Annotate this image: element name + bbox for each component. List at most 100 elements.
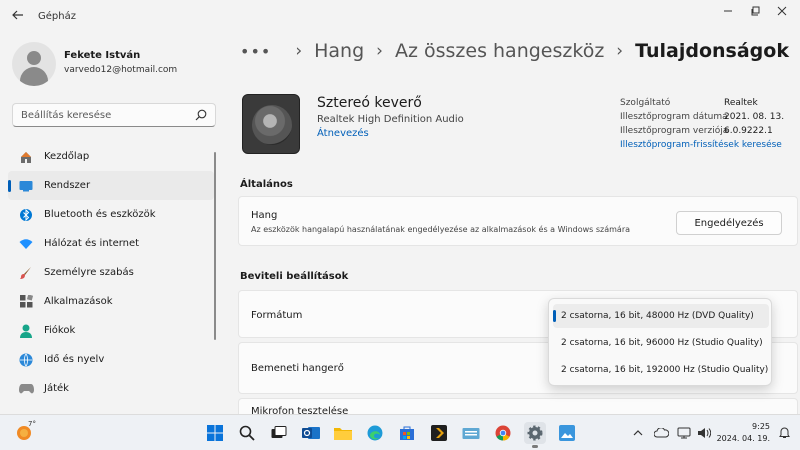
sidebar-item-network[interactable]: Hálózat és internet xyxy=(8,229,214,258)
breadcrumb-overflow-button[interactable]: ••• xyxy=(240,42,271,61)
sidebar-item-label: Rendszer xyxy=(44,180,91,191)
plex-app[interactable] xyxy=(428,422,450,444)
outlook-icon xyxy=(302,427,320,439)
audio-label: Hang xyxy=(251,210,278,221)
search-input[interactable] xyxy=(21,109,191,121)
weather-widget[interactable]: 7° xyxy=(14,420,36,444)
sidebar-item-label: Személyre szabás xyxy=(44,267,134,278)
breadcrumb: ••• › Hang › Az összes hangeszköz › Tula… xyxy=(240,40,789,62)
driver-date-value: 2021. 08. 13. xyxy=(724,112,785,122)
close-icon xyxy=(777,6,787,16)
task-view-icon xyxy=(271,426,287,438)
clock-date: 2024. 04. 19. xyxy=(716,434,770,443)
back-button[interactable] xyxy=(2,9,34,24)
system-icon xyxy=(18,178,34,194)
sidebar-item-personalization[interactable]: Személyre szabás xyxy=(8,258,214,287)
sidebar-item-bluetooth[interactable]: Bluetooth és eszközök xyxy=(8,200,214,229)
weather-temp: 7° xyxy=(28,420,36,428)
sidebar-item-label: Alkalmazások xyxy=(44,296,113,307)
user-email: varvedo12@hotmail.com xyxy=(64,65,178,75)
page-title: Tulajdonságok xyxy=(635,40,789,62)
sidebar-item-apps[interactable]: Alkalmazások xyxy=(8,287,214,316)
format-dropdown[interactable]: 2 csatorna, 16 bit, 48000 Hz (DVD Qualit… xyxy=(548,298,772,386)
device-driver: Realtek High Definition Audio xyxy=(317,114,464,125)
sidebar-item-label: Hálózat és internet xyxy=(44,238,140,249)
gaming-icon xyxy=(18,381,34,397)
driver-update-link[interactable]: Illesztőprogram-frissítések keresése xyxy=(620,140,782,150)
sidebar-item-home[interactable]: Kezdőlap xyxy=(8,142,214,171)
taskbar-search-button[interactable] xyxy=(236,422,258,444)
avatar xyxy=(12,42,56,86)
edge-icon xyxy=(367,425,383,441)
store-icon xyxy=(400,426,414,440)
maximize-icon xyxy=(751,6,760,16)
input-volume-label: Bemeneti hangerő xyxy=(251,363,344,374)
section-title-input: Beviteli beállítások xyxy=(240,271,349,282)
format-label: Formátum xyxy=(251,310,303,321)
sidebar-item-system[interactable]: Rendszer xyxy=(8,171,214,200)
keyboard-app[interactable] xyxy=(460,422,482,444)
accounts-icon xyxy=(18,323,34,339)
ethernet-icon xyxy=(677,427,691,439)
search-icon xyxy=(239,425,255,441)
sidebar-nav: Kezdőlap Rendszer Bluetooth és eszközök … xyxy=(8,142,214,403)
breadcrumb-item-all-devices[interactable]: Az összes hangeszköz xyxy=(395,40,604,62)
app-title: Gépház xyxy=(38,10,76,22)
task-view-button[interactable] xyxy=(268,422,290,444)
clock[interactable]: 9:25 2024. 04. 19. xyxy=(717,421,770,445)
section-title-general: Általános xyxy=(240,179,293,190)
sidebar-item-time-language[interactable]: Idő és nyelv xyxy=(8,345,214,374)
chevron-right-icon: › xyxy=(616,41,624,61)
photos-icon xyxy=(559,425,575,441)
time-language-icon xyxy=(18,352,34,368)
device-name: Sztereó keverő xyxy=(317,95,422,111)
format-option[interactable]: 2 csatorna, 16 bit, 48000 Hz (DVD Qualit… xyxy=(553,304,769,328)
cloud-icon xyxy=(653,428,669,438)
sidebar-item-label: Bluetooth és eszközök xyxy=(44,209,156,220)
photos-app[interactable] xyxy=(556,422,578,444)
onedrive-button[interactable] xyxy=(653,425,669,441)
driver-version-value: 6.0.9222.1 xyxy=(724,126,773,136)
network-tray-button[interactable] xyxy=(676,425,692,441)
sidebar-item-accounts[interactable]: Fiókok xyxy=(8,316,214,345)
user-profile[interactable]: Fekete István varvedo12@hotmail.com xyxy=(12,42,177,86)
edge-app[interactable] xyxy=(364,422,386,444)
close-button[interactable] xyxy=(764,0,800,22)
chrome-icon xyxy=(495,425,511,441)
sidebar-item-label: Idő és nyelv xyxy=(44,354,105,365)
notification-button[interactable] xyxy=(776,425,792,441)
tray-overflow-button[interactable] xyxy=(630,425,646,441)
gear-icon xyxy=(527,425,543,441)
bluetooth-icon xyxy=(18,207,34,223)
store-app[interactable] xyxy=(396,422,418,444)
clock-time: 9:25 xyxy=(752,422,770,431)
provider-label: Szolgáltató xyxy=(620,98,671,108)
brush-icon xyxy=(18,265,34,281)
home-icon xyxy=(18,149,34,165)
file-explorer-app[interactable] xyxy=(332,422,354,444)
rename-link[interactable]: Átnevezés xyxy=(317,128,369,139)
start-button[interactable] xyxy=(204,422,226,444)
settings-search[interactable] xyxy=(12,103,216,127)
sidebar-item-label: Kezdőlap xyxy=(44,151,90,162)
settings-app[interactable] xyxy=(524,422,546,448)
allow-button[interactable]: Engedélyezés xyxy=(676,211,782,235)
volume-tray-button[interactable] xyxy=(696,425,712,441)
format-option[interactable]: 2 csatorna, 16 bit, 96000 Hz (Studio Qua… xyxy=(553,331,769,355)
driver-version-label: Illesztőprogram verziója xyxy=(620,126,729,136)
apps-icon xyxy=(18,294,34,310)
sidebar-item-label: Játék xyxy=(44,383,69,394)
chevron-right-icon: › xyxy=(376,41,383,61)
provider-value: Realtek xyxy=(724,98,758,108)
volume-icon xyxy=(698,428,711,438)
taskbar: 7° 9:25 2024. 04. 19. xyxy=(0,414,800,450)
search-icon[interactable] xyxy=(195,109,207,121)
audio-description: Az eszközök hangalapú használatának enge… xyxy=(251,225,631,234)
breadcrumb-item-sound[interactable]: Hang xyxy=(314,40,364,62)
sidebar-scrollbar[interactable] xyxy=(214,152,216,340)
outlook-app[interactable] xyxy=(300,422,322,444)
format-option[interactable]: 2 csatorna, 16 bit, 192000 Hz (Studio Qu… xyxy=(553,358,769,382)
network-icon xyxy=(18,236,34,252)
sidebar-item-gaming[interactable]: Játék xyxy=(8,374,214,403)
chrome-app[interactable] xyxy=(492,422,514,444)
